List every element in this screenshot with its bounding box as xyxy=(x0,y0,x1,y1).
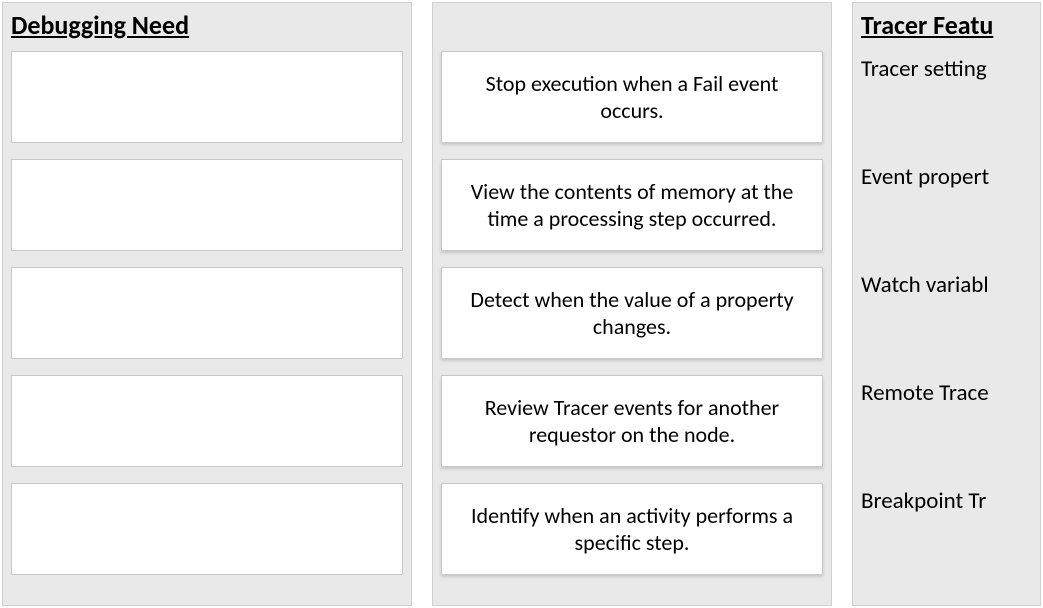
drop-slot[interactable] xyxy=(11,483,403,575)
feature-label: Remote Trace xyxy=(861,375,1032,467)
drag-card[interactable]: Detect when the value of a property chan… xyxy=(441,267,823,359)
draggable-cards-column: Stop execution when a Fail event occurs.… xyxy=(432,2,832,606)
tracer-feature-column: Tracer Featu Tracer setting Event proper… xyxy=(852,2,1041,606)
matching-exercise-container: Debugging Need Stop execution when a Fai… xyxy=(0,0,1043,608)
feature-label: Breakpoint Tr xyxy=(861,483,1032,575)
drag-card[interactable]: Stop execution when a Fail event occurs. xyxy=(441,51,823,143)
drag-card[interactable]: View the contents of memory at the time … xyxy=(441,159,823,251)
debugging-need-header: Debugging Need xyxy=(11,9,403,41)
drag-card[interactable]: Identify when an activity performs a spe… xyxy=(441,483,823,575)
tracer-feature-header: Tracer Featu xyxy=(861,9,1032,41)
feature-label: Tracer setting xyxy=(861,51,1032,143)
drag-card[interactable]: Review Tracer events for another request… xyxy=(441,375,823,467)
drop-slot[interactable] xyxy=(11,375,403,467)
feature-label: Watch variabl xyxy=(861,267,1032,359)
drop-slot[interactable] xyxy=(11,51,403,143)
drop-slot[interactable] xyxy=(11,159,403,251)
drop-slot[interactable] xyxy=(11,267,403,359)
feature-label: Event propert xyxy=(861,159,1032,251)
debugging-need-column: Debugging Need xyxy=(2,2,412,606)
